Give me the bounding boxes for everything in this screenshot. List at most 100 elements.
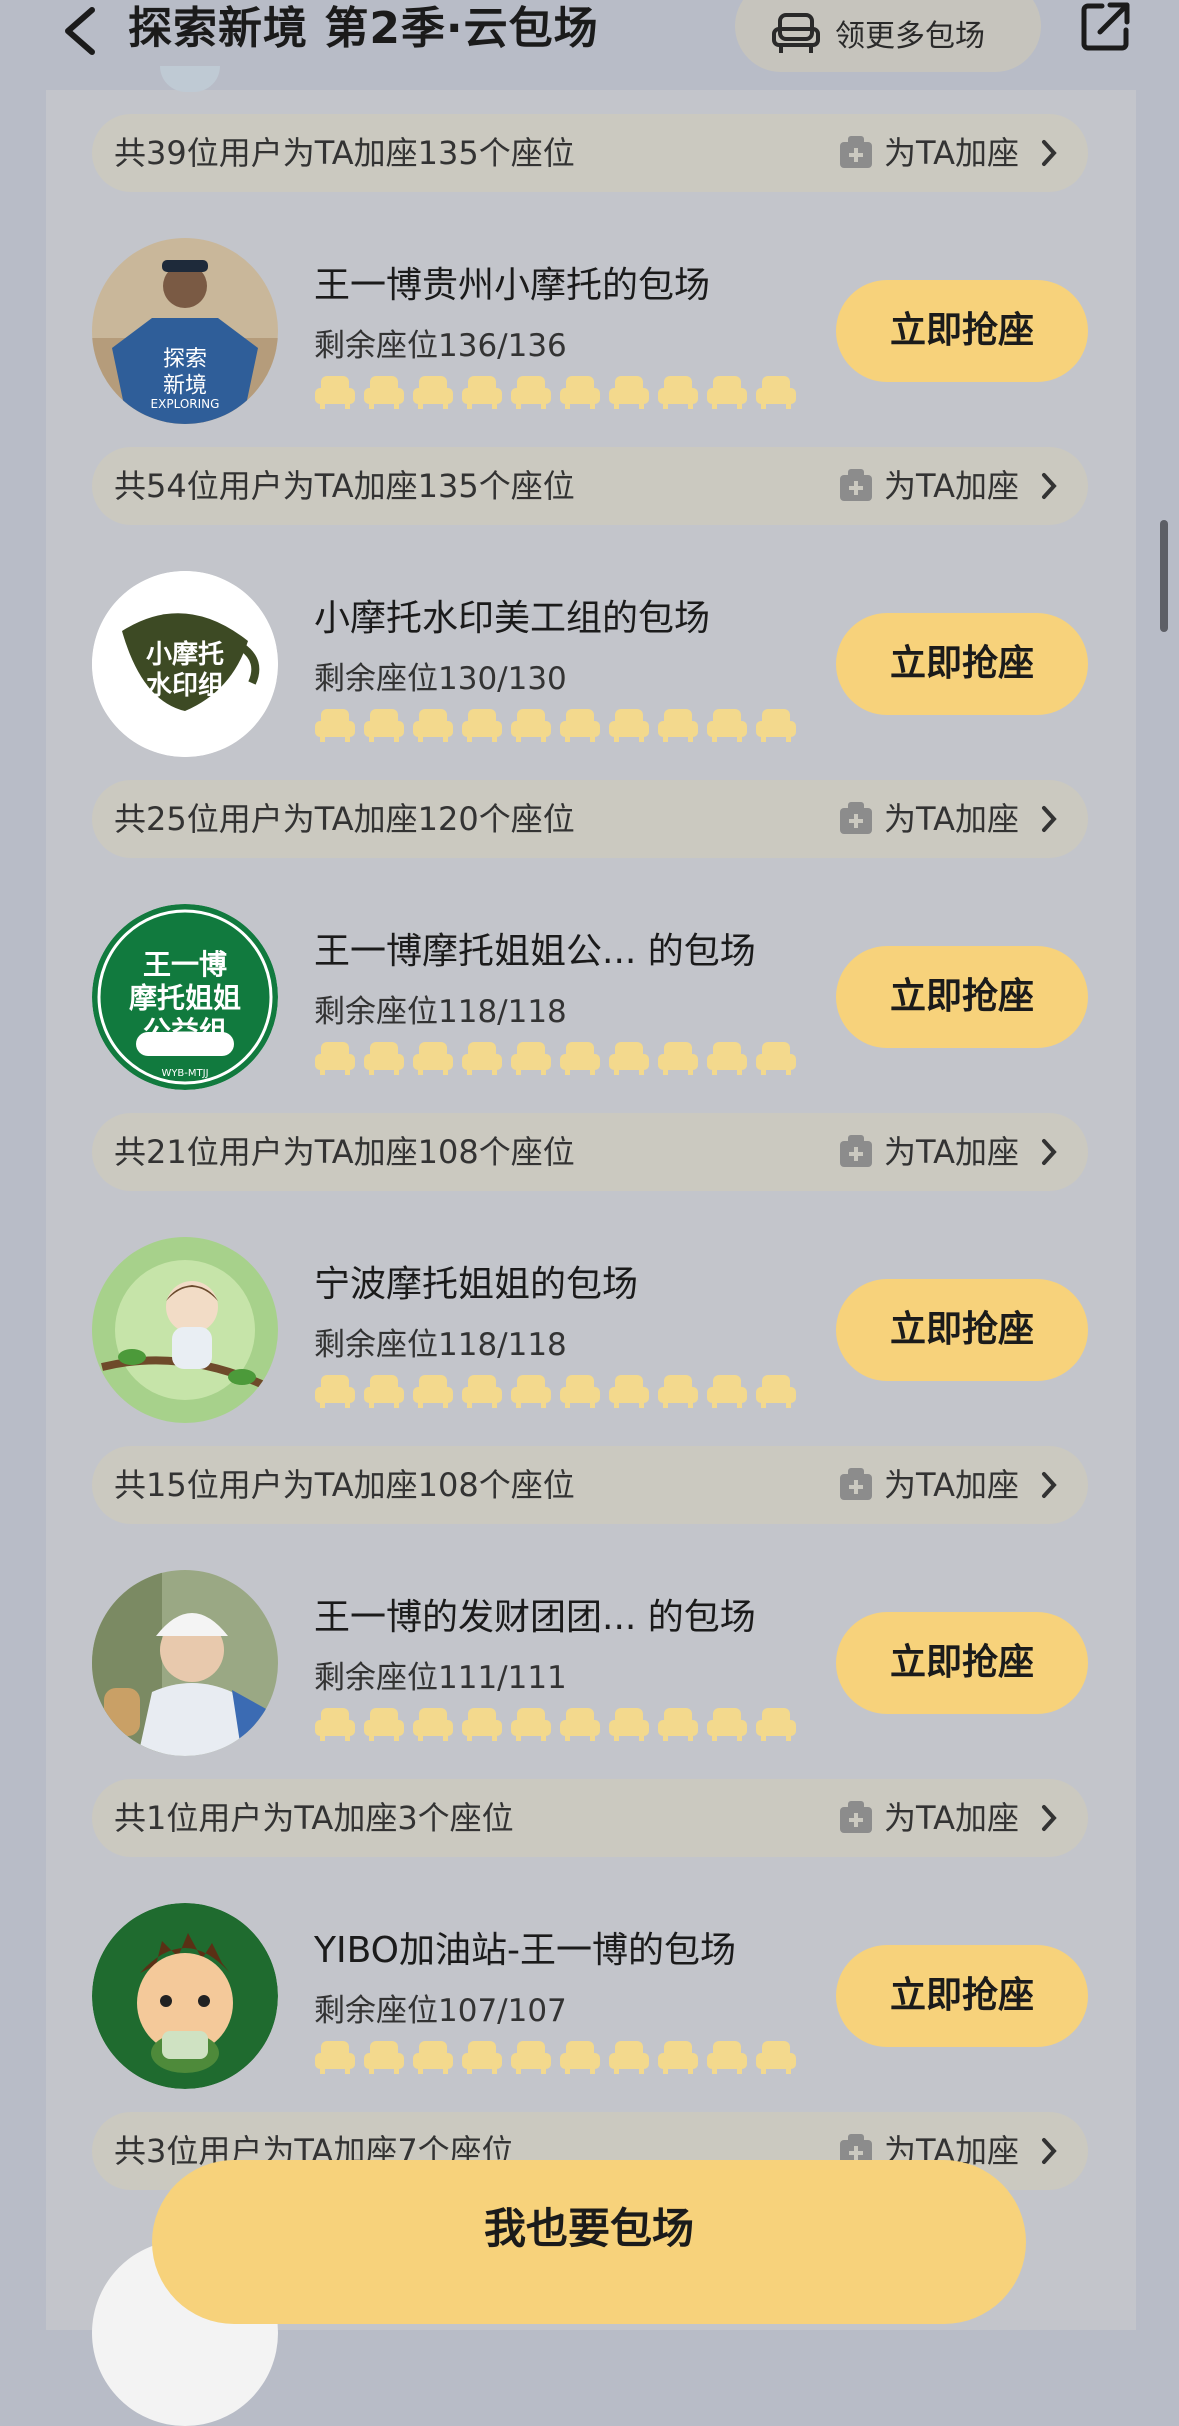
seat-icon — [364, 1042, 404, 1075]
seat-icon — [511, 2041, 551, 2074]
seat-icon — [658, 1042, 698, 1075]
seat-icon — [462, 709, 502, 742]
seat-icon — [756, 1042, 796, 1075]
seat-icon — [658, 2041, 698, 2074]
seat-icon — [658, 709, 698, 742]
grab-seat-button[interactable]: 立即抢座 — [836, 1279, 1088, 1381]
seat-icon — [364, 709, 404, 742]
add-seat-link[interactable]: 为TA加座 — [884, 780, 1019, 858]
seat-icons-row — [314, 707, 797, 743]
remaining-seats: 剩余座位136/136 — [314, 328, 567, 364]
seat-icon — [315, 1375, 355, 1408]
room-name: YIBO加油站-王一博的包场 — [314, 1930, 736, 1971]
remaining-seats: 剩余座位118/118 — [314, 994, 567, 1030]
share-icon[interactable] — [1080, 0, 1132, 52]
sofa-icon — [772, 13, 820, 53]
room-name: 王一博摩托姐姐公... 的包场 — [314, 931, 756, 972]
supporters-text: 共54位用户为TA加座135个座位 — [114, 467, 575, 505]
seat-icon — [756, 1375, 796, 1408]
seat-icon — [756, 1708, 796, 1741]
seat-icon — [511, 1375, 551, 1408]
seat-icon — [315, 1042, 355, 1075]
add-seat-link[interactable]: 为TA加座 — [884, 447, 1019, 525]
room-avatar-illustration[interactable] — [92, 1237, 278, 1423]
seat-icons-row — [314, 1040, 797, 1076]
room-avatar-badge[interactable]: 王一博摩托姐姐公益组 WYB-MTJJ — [92, 904, 278, 1090]
room-name: 王一博的发财团团... 的包场 — [314, 1597, 756, 1638]
seat-icons-row — [314, 1373, 797, 1409]
seat-icon — [707, 376, 747, 409]
grab-seat-button[interactable]: 立即抢座 — [836, 1612, 1088, 1714]
supporters-text: 共21位用户为TA加座108个座位 — [114, 1133, 575, 1171]
seat-icon — [511, 1042, 551, 1075]
seat-icon — [364, 1375, 404, 1408]
seat-icon — [462, 2041, 502, 2074]
chevron-right-icon — [1042, 1472, 1057, 1498]
chevron-right-icon — [1042, 1805, 1057, 1831]
supporters-strip[interactable]: 共21位用户为TA加座108个座位 为TA加座 — [92, 1113, 1088, 1191]
seat-icon — [315, 376, 355, 409]
supporters-text: 共1位用户为TA加座3个座位 — [114, 1799, 514, 1837]
avatar-subtext: WYB-MTJJ — [161, 1068, 208, 1079]
seat-icon — [707, 1375, 747, 1408]
gift-icon — [840, 1468, 872, 1500]
room-avatar-photo[interactable] — [92, 1570, 278, 1756]
grab-seat-button[interactable]: 立即抢座 — [836, 280, 1088, 382]
supporters-strip[interactable]: 共54位用户为TA加座135个座位 为TA加座 — [92, 447, 1088, 525]
seat-icon — [609, 1375, 649, 1408]
seat-icon — [658, 1375, 698, 1408]
supporters-strip[interactable]: 共1位用户为TA加座3个座位 为TA加座 — [92, 1779, 1088, 1857]
seat-icon — [364, 376, 404, 409]
supporters-strip[interactable]: 共25位用户为TA加座120个座位 为TA加座 — [92, 780, 1088, 858]
seat-icon — [413, 1375, 453, 1408]
room-avatar-cartoon[interactable] — [92, 1903, 278, 2089]
seat-icons-row — [314, 374, 797, 410]
avatar-subtext: EXPLORING — [151, 397, 220, 411]
remaining-seats: 剩余座位118/118 — [314, 1327, 567, 1363]
seat-icon — [364, 1708, 404, 1741]
supporters-text: 共25位用户为TA加座120个座位 — [114, 800, 575, 838]
seat-icon — [707, 2041, 747, 2074]
seat-icon — [658, 1708, 698, 1741]
seat-icons-row — [314, 1706, 797, 1742]
create-room-button[interactable]: 我也要包场 — [152, 2160, 1026, 2324]
seat-icons-row — [314, 2039, 797, 2075]
gift-icon — [840, 136, 872, 168]
seat-icon — [413, 2041, 453, 2074]
gift-icon — [840, 1135, 872, 1167]
room-avatar-logo[interactable]: 小摩托水印组 — [92, 571, 278, 757]
scrollbar[interactable] — [1160, 520, 1168, 632]
seat-icon — [413, 709, 453, 742]
more-rooms-label: 领更多包场 — [835, 19, 985, 54]
supporters-text: 共15位用户为TA加座108个座位 — [114, 1466, 575, 1504]
seat-icon — [462, 376, 502, 409]
seat-icon — [462, 1042, 502, 1075]
gift-icon — [840, 469, 872, 501]
add-seat-link[interactable]: 为TA加座 — [884, 1779, 1019, 1857]
chevron-right-icon — [1042, 140, 1057, 166]
add-seat-link[interactable]: 为TA加座 — [884, 1446, 1019, 1524]
grab-seat-button[interactable]: 立即抢座 — [836, 946, 1088, 1048]
seat-icon — [560, 1375, 600, 1408]
back-chevron-icon[interactable] — [58, 4, 104, 58]
seat-icon — [560, 376, 600, 409]
seat-icon — [609, 709, 649, 742]
remaining-seats: 剩余座位107/107 — [314, 1993, 567, 2029]
seat-icon — [658, 376, 698, 409]
more-rooms-button[interactable]: 领更多包场 — [735, 0, 1041, 72]
grab-seat-button[interactable]: 立即抢座 — [836, 613, 1088, 715]
gift-icon — [840, 1801, 872, 1833]
add-seat-link[interactable]: 为TA加座 — [884, 1113, 1019, 1191]
add-seat-link[interactable]: 为TA加座 — [884, 114, 1019, 192]
seat-icon — [560, 2041, 600, 2074]
grab-seat-button[interactable]: 立即抢座 — [836, 1945, 1088, 2047]
chevron-right-icon — [1042, 473, 1057, 499]
page-title: 探索新境 第2季·云包场 — [128, 3, 599, 54]
seat-icon — [511, 709, 551, 742]
room-avatar-photo[interactable]: 探索新境 EXPLORING — [92, 238, 278, 424]
supporters-strip[interactable]: 共39位用户为TA加座135个座位 为TA加座 — [92, 114, 1088, 192]
seat-icon — [756, 376, 796, 409]
seat-icon — [413, 1708, 453, 1741]
supporters-strip[interactable]: 共15位用户为TA加座108个座位 为TA加座 — [92, 1446, 1088, 1524]
seat-icon — [707, 1708, 747, 1741]
